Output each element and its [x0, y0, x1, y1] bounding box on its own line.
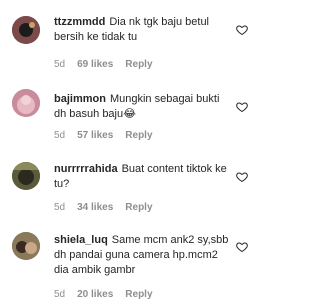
avatar[interactable] — [12, 16, 40, 44]
comment-item: shiela_luq Same mcm ank2 sy,sbb dh pandai… — [0, 220, 272, 300]
comment-age: 5d — [54, 130, 66, 141]
comment-likes[interactable]: 20 likes — [77, 289, 113, 300]
comment-meta: 5d 34 likes Reply — [54, 202, 165, 213]
comment-text: bajimmon Mungkin sebagai bukti dh basuh b… — [54, 92, 234, 122]
comment-meta: 5d 57 likes Reply — [54, 130, 165, 141]
comment-text: nurrrrrahida Buat content tiktok ke tu? — [54, 162, 234, 192]
avatar[interactable] — [12, 162, 40, 190]
comment-age: 5d — [54, 289, 66, 300]
avatar[interactable] — [12, 89, 40, 117]
reply-button[interactable]: Reply — [125, 202, 152, 213]
comment-item: ttzzmmdd Dia nk tgk baju betul bersih ke … — [0, 0, 272, 75]
comment-username[interactable]: shiela_luq — [54, 234, 108, 246]
comment-likes[interactable]: 34 likes — [77, 202, 113, 213]
comment-likes[interactable]: 57 likes — [77, 130, 113, 141]
reply-button[interactable]: Reply — [125, 59, 152, 70]
avatar[interactable] — [12, 232, 40, 260]
comment-text: shiela_luq Same mcm ank2 sy,sbb dh pandai… — [54, 233, 234, 278]
comment-item: bajimmon Mungkin sebagai bukti dh basuh b… — [0, 75, 272, 150]
reply-button[interactable]: Reply — [125, 289, 152, 300]
comment-item: nurrrrrahida Buat content tiktok ke tu? 5… — [0, 150, 272, 220]
comment-meta: 5d 69 likes Reply — [54, 59, 165, 70]
comment-text: ttzzmmdd Dia nk tgk baju betul bersih ke … — [54, 15, 234, 45]
heart-outline-icon[interactable] — [236, 171, 248, 183]
comment-username[interactable]: nurrrrrahida — [54, 163, 118, 175]
comment-age: 5d — [54, 59, 66, 70]
comment-username[interactable]: ttzzmmdd — [54, 16, 105, 28]
heart-outline-icon[interactable] — [236, 24, 248, 36]
heart-outline-icon[interactable] — [236, 241, 248, 253]
comment-username[interactable]: bajimmon — [54, 93, 106, 105]
reply-button[interactable]: Reply — [125, 130, 152, 141]
heart-outline-icon[interactable] — [236, 101, 248, 113]
comment-age: 5d — [54, 202, 66, 213]
comment-likes[interactable]: 69 likes — [77, 59, 113, 70]
comment-meta: 5d 20 likes Reply — [54, 289, 165, 300]
